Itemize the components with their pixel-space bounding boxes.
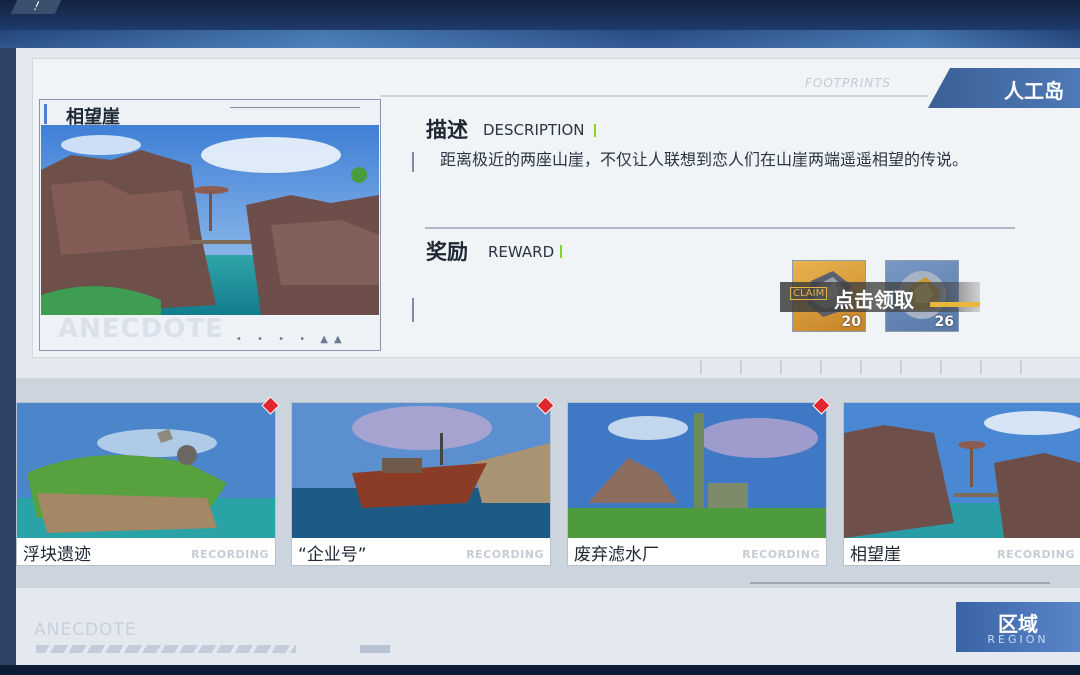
record-thumbnail [844, 403, 1080, 538]
desc-accent [412, 152, 414, 172]
divider [380, 95, 928, 97]
record-thumbnail [17, 403, 275, 538]
top-bar-glow [0, 30, 1080, 48]
record-card[interactable]: 相望崖 RECORDING [843, 402, 1080, 566]
record-tag: RECORDING [742, 548, 820, 561]
menu-icon[interactable]: ! [10, 0, 62, 14]
tick-marks [700, 360, 1060, 374]
footer-watermark: ANECDOTE [34, 620, 137, 640]
footprints-label: FOOTPRINTS [805, 76, 892, 90]
record-name: 相望崖 [850, 545, 901, 565]
record-tag: RECORDING [191, 548, 269, 561]
region-button[interactable]: 区域 REGION [956, 602, 1080, 652]
description-title-en: DESCRIPTION [483, 121, 585, 139]
left-edge [0, 48, 16, 665]
reward-accent [412, 298, 414, 322]
record-tag: RECORDING [466, 548, 544, 561]
strip-divider [750, 582, 1050, 584]
record-thumbnail [292, 403, 550, 538]
top-bar: ! [0, 0, 1080, 48]
island-tab[interactable]: 人工岛 [928, 68, 1080, 108]
menu-icon-glyph: ! [30, 0, 43, 13]
claim-accent [930, 302, 980, 307]
section-divider [425, 227, 1015, 229]
description-text: 距离极近的两座山崖，不仅让人联想到恋人们在山崖两端遥遥相望的传说。 [440, 150, 969, 169]
photo-watermark: ANECDOTE [58, 314, 224, 344]
title-accent [44, 104, 47, 124]
record-card[interactable]: “企业号” RECORDING [291, 396, 555, 566]
reward-title: 奖励 [426, 240, 468, 264]
record-name: 浮块遗迹 [23, 545, 91, 565]
island-name: 人工岛 [1004, 79, 1064, 103]
record-card[interactable]: 废弃滤水厂 RECORDING [567, 396, 831, 566]
footer-stripes [36, 645, 296, 653]
claim-tag: CLAIM [790, 287, 828, 300]
photo-dots: • • • • ▲▲ [236, 334, 348, 345]
record-tag: RECORDING [997, 548, 1075, 561]
record-card[interactable]: 浮块遗迹 RECORDING [16, 396, 280, 566]
frame-line [230, 107, 360, 108]
location-photo [41, 125, 379, 315]
record-name: “企业号” [298, 545, 367, 565]
record-thumbnail [568, 403, 826, 538]
bottom-strip [0, 665, 1080, 675]
record-name: 废弃滤水厂 [574, 545, 659, 565]
green-mark [594, 124, 596, 137]
claim-label[interactable]: 点击领取 [834, 284, 914, 313]
description-title: 描述 [426, 118, 468, 142]
reward-count: 26 [934, 314, 954, 330]
footer-block [360, 645, 390, 653]
reward-count: 20 [841, 314, 861, 330]
region-label-en: REGION [987, 633, 1049, 646]
green-mark [560, 245, 562, 258]
reward-title-en: REWARD [488, 243, 555, 261]
